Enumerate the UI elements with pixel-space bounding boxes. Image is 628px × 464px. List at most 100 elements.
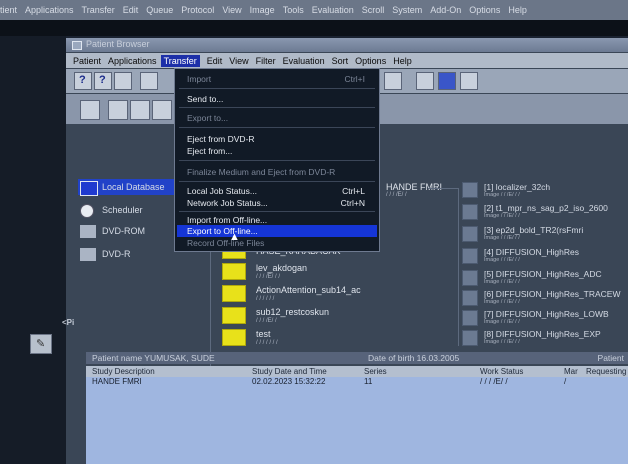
outer-menu-addon[interactable]: Add-On xyxy=(430,5,461,15)
series-item[interactable]: [6] DIFFUSION_HighRes_TRACEW xyxy=(484,289,621,299)
menu-item-network-job-status[interactable]: Network Job Status... xyxy=(187,198,268,208)
series-thumbnail-icon xyxy=(462,182,478,198)
menu-item-export-to[interactable]: Export to... xyxy=(187,113,228,123)
window-title: Patient Browser xyxy=(86,39,150,49)
arrow-icon[interactable] xyxy=(108,100,128,120)
menu-applications[interactable]: Applications xyxy=(108,56,157,66)
outer-menu-image[interactable]: Image xyxy=(250,5,275,15)
outer-menu-scroll[interactable]: Scroll xyxy=(362,5,385,15)
patient-name[interactable]: sub12_restcoskun xyxy=(256,307,329,317)
outer-menu-queue[interactable]: Queue xyxy=(146,5,173,15)
study-label[interactable]: HANDE FMRI xyxy=(386,182,442,192)
column-header[interactable]: Series xyxy=(364,367,387,376)
menu-help[interactable]: Help xyxy=(393,56,412,66)
series-status: Image / / /E/ / / xyxy=(484,339,520,345)
edit-icon[interactable] xyxy=(140,72,158,90)
dark-band xyxy=(0,20,628,36)
menu-item-import[interactable]: Import xyxy=(187,74,211,84)
series-item[interactable]: [2] t1_mpr_ns_sag_p2_iso_2600 xyxy=(484,203,608,213)
menu-item-send-to[interactable]: Send to... xyxy=(187,94,223,104)
series-item[interactable]: [8] DIFFUSION_HighRes_EXP xyxy=(484,329,601,339)
tree-label: Local Database xyxy=(102,182,165,192)
menu-item-import-offline[interactable]: Import from Off-line... xyxy=(187,215,267,225)
table-row[interactable]: HANDE FMRI 02.02.2023 15:32:22 11 / / / … xyxy=(86,377,628,387)
folder-icon xyxy=(222,263,246,280)
outer-menu-options[interactable]: Options xyxy=(469,5,500,15)
menu-item-export-offline[interactable]: Export to Off-line... xyxy=(187,226,258,236)
transfer-icon[interactable] xyxy=(438,72,456,90)
menu-item-finalize[interactable]: Finalize Medium and Eject from DVD-R xyxy=(187,167,335,177)
window-titlebar[interactable]: Patient Browser xyxy=(66,38,628,52)
menu-item-eject-dvd-r[interactable]: Eject from DVD-R xyxy=(187,134,255,144)
outer-menu-edit[interactable]: Edit xyxy=(123,5,139,15)
menu-item-eject-from[interactable]: Eject from... xyxy=(187,146,232,156)
menu-separator xyxy=(179,107,375,108)
outer-menu-patient[interactable]: tient xyxy=(0,5,17,15)
series-status: Image / / /E/ / / xyxy=(484,235,520,241)
menu-edit[interactable]: Edit xyxy=(207,56,223,66)
grid-icon[interactable] xyxy=(152,100,172,120)
side-tab[interactable]: <Pi xyxy=(62,318,76,330)
window-menu-icon[interactable] xyxy=(72,41,82,50)
tool-icon[interactable] xyxy=(384,72,402,90)
menu-sort[interactable]: Sort xyxy=(332,56,349,66)
list-view-icon[interactable] xyxy=(416,72,434,90)
series-item[interactable]: [4] DIFFUSION_HighRes xyxy=(484,247,579,257)
table-cell: 02.02.2023 15:32:22 xyxy=(252,377,326,386)
outer-menu-protocol[interactable]: Protocol xyxy=(181,5,214,15)
shortcut-import: Ctrl+I xyxy=(344,74,365,84)
outer-menu-transfer[interactable]: Transfer xyxy=(82,5,115,15)
outer-menu-evaluation[interactable]: Evaluation xyxy=(312,5,354,15)
menu-filter[interactable]: Filter xyxy=(256,56,276,66)
series-item[interactable]: [5] DIFFUSION_HighRes_ADC xyxy=(484,269,602,279)
grid-view-icon[interactable] xyxy=(460,72,478,90)
column-header[interactable]: Work Status xyxy=(480,367,523,376)
menu-options[interactable]: Options xyxy=(355,56,386,66)
menu-patient[interactable]: Patient xyxy=(73,56,101,66)
disc-icon xyxy=(80,225,96,238)
menu-separator xyxy=(179,181,375,182)
patient-status: / / / / / / xyxy=(256,296,275,302)
patient-name[interactable]: lev_akdogan xyxy=(256,263,307,273)
outer-menu-help[interactable]: Help xyxy=(508,5,527,15)
series-thumbnail-icon xyxy=(462,248,478,264)
column-header[interactable]: Study Date and Time xyxy=(252,367,327,376)
series-thumbnail-icon xyxy=(462,310,478,326)
column-header[interactable]: Requesting xyxy=(586,367,626,376)
menu-evaluation[interactable]: Evaluation xyxy=(283,56,325,66)
outer-menu-view[interactable]: View xyxy=(222,5,241,15)
menu-item-record-offline[interactable]: Record Off-line Files xyxy=(187,238,264,248)
pen-button[interactable]: ✎ xyxy=(30,334,52,354)
outer-menu-applications[interactable]: Applications xyxy=(25,5,74,15)
menu-item-local-job-status[interactable]: Local Job Status... xyxy=(187,186,257,196)
series-item[interactable]: [3] ep2d_bold_TR2(rsFmri xyxy=(484,225,583,235)
patient-name[interactable]: test xyxy=(256,329,271,339)
outer-menu-system[interactable]: System xyxy=(392,5,422,15)
folder-icon xyxy=(222,307,246,324)
info-right-label: Patient xyxy=(597,353,624,363)
series-item[interactable]: [1] localizer_32ch xyxy=(484,182,550,192)
shortcut-network-job: Ctrl+N xyxy=(340,198,365,208)
series-status: Image / / /E/ / / xyxy=(484,257,520,263)
table-cell: HANDE FMRI xyxy=(92,377,142,386)
column-header[interactable]: Study Description xyxy=(92,367,155,376)
help-icon[interactable]: ? xyxy=(74,72,92,90)
column-header[interactable]: Mar xyxy=(564,367,578,376)
outer-menu-tools[interactable]: Tools xyxy=(283,5,304,15)
tree-label: DVD-ROM xyxy=(102,226,145,236)
filter-icon[interactable] xyxy=(114,72,132,90)
tree-label: DVD-R xyxy=(102,249,131,259)
series-status: Image / / /E/ / / xyxy=(484,213,520,219)
pencil-icon[interactable] xyxy=(80,100,100,120)
patient-name[interactable]: ActionAttention_sub14_ac xyxy=(256,285,361,295)
study-table-header: Study Description Study Date and Time Se… xyxy=(86,366,628,377)
menu-view[interactable]: View xyxy=(229,56,248,66)
context-help-icon[interactable]: ? xyxy=(94,72,112,90)
menu-transfer[interactable]: Transfer xyxy=(160,54,200,67)
outer-menubar: tient Applications Transfer Edit Queue P… xyxy=(0,0,628,20)
menu-separator xyxy=(179,127,375,128)
compare-icon[interactable] xyxy=(130,100,150,120)
menu-separator xyxy=(179,211,375,212)
patient-status: / / / /E/ / xyxy=(256,318,277,324)
series-item[interactable]: [7] DIFFUSION_HighRes_LOWB xyxy=(484,309,609,319)
